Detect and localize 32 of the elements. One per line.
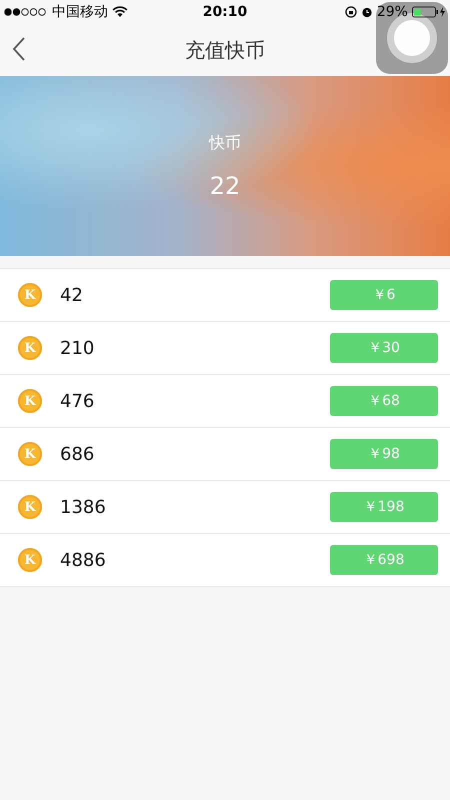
coin-icon: K: [18, 548, 42, 572]
page-title: 充值快币: [185, 36, 265, 64]
battery-percent: 29%: [376, 4, 408, 20]
coin-icon: K: [18, 389, 42, 413]
price-button[interactable]: ￥198: [330, 492, 438, 522]
balance-value: 22: [210, 172, 240, 200]
back-icon: [12, 37, 26, 61]
signal-icon: [4, 8, 48, 16]
carrier-name: 中国移动: [52, 3, 108, 21]
coin-icon: K: [18, 442, 42, 466]
price-button[interactable]: ￥98: [330, 439, 438, 469]
assistive-touch-icon[interactable]: [376, 2, 448, 74]
price-button[interactable]: ￥6: [330, 280, 438, 310]
price-button[interactable]: ￥30: [330, 333, 438, 363]
coin-amount: 686: [60, 444, 96, 464]
coin-amount: 210: [60, 338, 96, 358]
alarm-icon: [360, 6, 373, 18]
coin-amount: 1386: [60, 496, 107, 518]
status-time: 20:10: [202, 4, 248, 20]
back-button[interactable]: [12, 37, 26, 61]
coin-amount: 4886: [60, 550, 107, 570]
coin-icon: K: [18, 283, 42, 307]
coin-icon: K: [18, 336, 42, 360]
coin-amount: 42: [60, 284, 84, 306]
price-button[interactable]: ￥68: [330, 386, 438, 416]
coin-amount: 476: [60, 390, 96, 412]
wifi-icon: [112, 6, 128, 18]
rotation-lock-icon: [344, 6, 357, 18]
balance-label: 快币: [209, 132, 241, 154]
battery-charging-icon: [412, 6, 446, 18]
coin-icon: K: [18, 495, 42, 519]
price-button[interactable]: ￥698: [330, 545, 438, 575]
